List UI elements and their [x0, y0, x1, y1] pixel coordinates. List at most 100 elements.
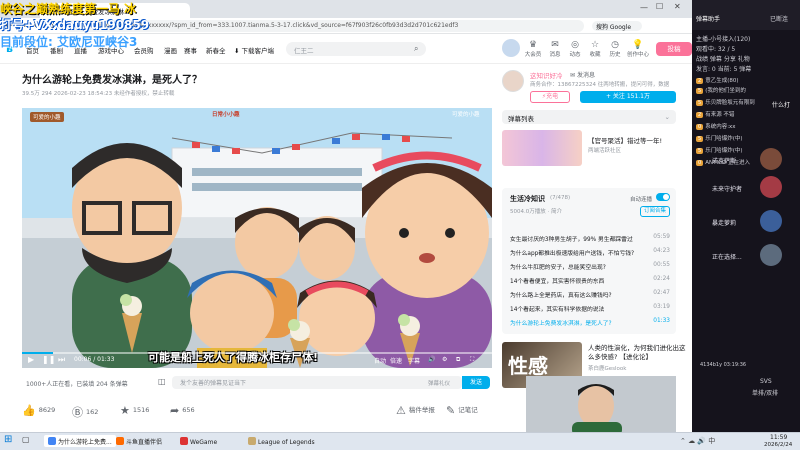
share-button[interactable]: ➦ 656 — [170, 404, 195, 417]
danmu-list-toggle[interactable]: 弹幕列表 ⌄ — [502, 110, 676, 124]
history-icon: ◷ — [611, 40, 619, 50]
time-current: 00:06 — [74, 356, 92, 363]
fan-badge: 2 — [696, 112, 704, 118]
header-vip[interactable]: ♛ 大会员 — [522, 40, 544, 58]
taskbar-item-label: 为什么游轮上免费... — [58, 439, 112, 446]
fan-badge: 2 — [696, 78, 704, 84]
settings-icon[interactable]: ⚙ — [442, 356, 447, 363]
autoplay-toggle[interactable] — [656, 193, 670, 201]
champion-portrait[interactable] — [760, 176, 782, 198]
favorite-button[interactable]: ★ 1516 — [120, 404, 149, 417]
progress-track[interactable] — [22, 352, 492, 354]
header-messages[interactable]: ✉ 消息 — [544, 40, 566, 58]
quality-button[interactable]: 自动 — [374, 356, 386, 365]
header-creator[interactable]: 💡 创作中心 — [624, 40, 652, 58]
header-favorites[interactable]: ☆ 收藏 — [584, 40, 606, 58]
champion-name: 未来守护者 — [712, 186, 743, 193]
league-icon — [248, 437, 256, 445]
champion-portrait[interactable] — [760, 244, 782, 266]
recommend-title[interactable]: 人类的性演化，为何我们进化出这么多快感? 【进化论】 — [588, 344, 688, 362]
list-item-duration: 00:55 — [653, 262, 670, 268]
taskbar-item-douyu[interactable]: 斗鱼直播伴侣 — [112, 435, 166, 447]
subscribe-collection-button[interactable]: 订阅合集 — [640, 206, 670, 217]
uploader-name[interactable]: 这知识好冷 — [530, 70, 563, 80]
search-engine-select[interactable]: 搜狗 Google — [592, 21, 642, 31]
champion-name: 正在选择... — [712, 254, 742, 261]
charge-label: 充电 — [546, 93, 559, 100]
share-count: 656 — [182, 406, 195, 414]
list-item[interactable]: 女生最讨厌的3种男生胡子，99% 男生都踩雷过 05:59 — [510, 234, 670, 244]
favorite-count: 1516 — [132, 406, 150, 414]
message-icon: ✉ — [551, 40, 559, 50]
report-button[interactable]: ⚠ 稿件举报 — [396, 404, 435, 417]
tray-icons[interactable]: ⌃ ☁ 🔊 中 — [680, 436, 715, 446]
chat-text: 系统内容:xx — [705, 124, 736, 130]
clock-time[interactable]: 11:59 — [770, 434, 787, 441]
pause-icon[interactable]: ❚❚ — [42, 355, 55, 364]
like-button[interactable]: 👍 8629 — [22, 404, 55, 417]
recommend-uploader[interactable]: 茶白鹿Geslook — [588, 364, 626, 372]
list-item[interactable]: 为什么app都推出极速版给用户送钱，不怕亏钱? 04:23 — [510, 248, 670, 258]
next-icon[interactable]: ⏭ — [58, 355, 65, 365]
taskbar-item-lol[interactable]: League of Legends — [244, 435, 319, 447]
volume-icon[interactable]: 🔊 — [428, 356, 435, 363]
list-item[interactable]: 为什么路上全是药店，真有这么赚钱吗? 02:47 — [510, 290, 670, 300]
danmu-send-button[interactable]: 发送 — [462, 376, 490, 389]
list-item-duration: 01:33 — [653, 318, 670, 324]
search-icon[interactable]: ⌕ — [414, 44, 418, 54]
chat-text: 有来源 不错 — [705, 112, 735, 118]
chat-line: 0 系统内容:xx — [696, 122, 736, 130]
live-panel-line: 发言: 0 当前: 5 弹幕 — [696, 66, 752, 73]
taskbar-item-browser[interactable]: 为什么游轮上免费... — [44, 435, 116, 447]
live-panel-line: 战绩 弹幕 分享 礼物 — [696, 56, 750, 63]
list-item[interactable]: 14个看起来，其实有科学依据的说法 03:19 — [510, 304, 670, 314]
clock-date[interactable]: 2026/2/24 — [764, 442, 792, 448]
task-view-icon[interactable]: ▢ — [22, 435, 30, 444]
header-history[interactable]: ◷ 历史 — [604, 40, 626, 58]
follow-button[interactable]: + 关注 151.1万 — [580, 91, 676, 103]
dynamic-icon: ◎ — [571, 40, 579, 50]
list-item[interactable]: 14个看看便宜，其实害怀很贵的东西 02:24 — [510, 276, 670, 286]
send-message-link[interactable]: ✉ 发消息 — [570, 70, 595, 79]
windows-start-icon[interactable]: ⊞ — [4, 434, 12, 445]
time-display: 00:06 / 01:33 — [74, 356, 115, 363]
video-meta: 39.5万 294 2026-02-23 18:54:23 未经作者授权，禁止转… — [22, 91, 175, 97]
nav-download-label: 下载客户端 — [241, 47, 275, 55]
danmu-toggle-icon[interactable]: ◫ — [158, 377, 166, 386]
header-dynamic[interactable]: ◎ 动态 — [564, 40, 586, 58]
maximize-icon[interactable]: ☐ — [656, 2, 663, 11]
nav-manga[interactable]: 漫画 — [164, 45, 177, 55]
nav-newyear[interactable]: 新春全 — [206, 45, 226, 55]
list-item-title: 女生最讨厌的3种男生胡子，99% 男生都踩雷过 — [510, 237, 633, 243]
list-item-title: 为什么牛肛肥的安子，总能笑空出现? — [510, 265, 606, 271]
list-item[interactable]: 为什么牛肛肥的安子，总能笑空出现? 00:55 — [510, 262, 670, 272]
video-player[interactable] — [22, 108, 492, 368]
minimize-icon[interactable]: — — [640, 3, 648, 12]
danmu-etiquette-link[interactable]: 弹幕礼仪 — [428, 379, 450, 387]
close-icon[interactable]: ✕ — [674, 2, 681, 11]
champion-portrait[interactable] — [760, 210, 782, 232]
prev-icon[interactable]: ▶ — [28, 355, 34, 364]
list-item-active[interactable]: 为什么游轮上免费发冰淇淋，是死人了? 01:33 — [510, 318, 670, 328]
nav-download[interactable]: ⬇ 下载客户端 — [234, 45, 274, 55]
note-button[interactable]: ✎ 记笔记 — [446, 404, 478, 417]
collection-title[interactable]: 生活冷知识 — [510, 194, 545, 204]
subtitle-button[interactable]: 字幕 — [408, 356, 420, 365]
uploader-avatar[interactable] — [502, 70, 524, 92]
list-item-duration: 05:59 — [653, 234, 670, 240]
taskbar-item-wegame[interactable]: WeGame — [176, 435, 221, 447]
nav-esports[interactable]: 赛事 — [184, 45, 197, 55]
champion-portrait[interactable] — [760, 148, 782, 170]
coin-button[interactable]: Ⓑ 162 — [72, 404, 98, 420]
ad-image[interactable] — [502, 130, 582, 166]
pip-icon[interactable]: ⧉ — [456, 356, 460, 364]
charge-button[interactable]: ⚡充电 — [530, 91, 570, 103]
fullscreen-icon[interactable]: ⛶ — [470, 356, 474, 364]
avatar[interactable] — [502, 39, 520, 57]
douyu-icon — [116, 437, 124, 445]
danmu-input[interactable]: 发个友善的弹幕见证当下 — [172, 376, 462, 389]
speed-button[interactable]: 倍速 — [390, 356, 402, 365]
search-input[interactable]: 仁王二 — [286, 42, 426, 56]
ad-title[interactable]: 【官号聚活】错过等一年! — [588, 135, 662, 145]
upload-button[interactable]: 投稿 — [656, 42, 692, 56]
